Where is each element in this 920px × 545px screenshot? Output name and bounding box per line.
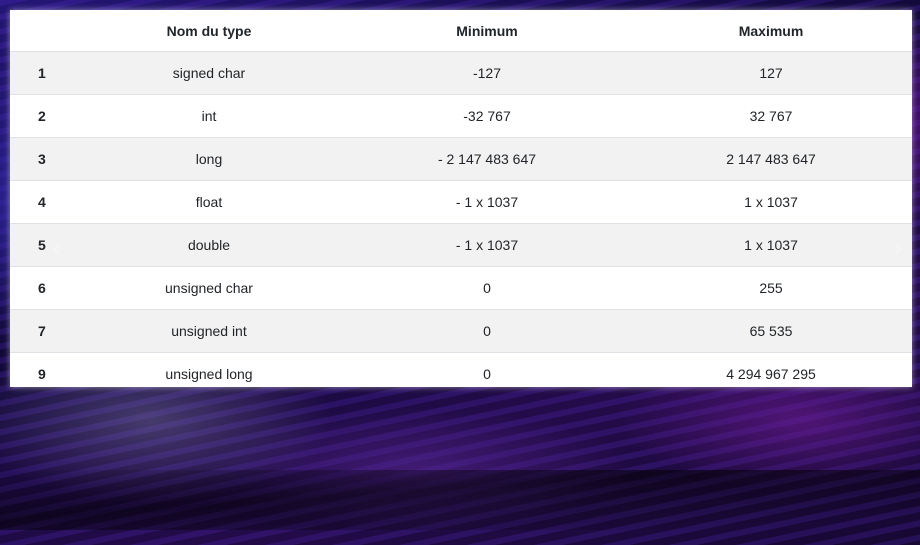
background-streak	[0, 470, 920, 530]
table-row: 5 double - 1 x 1037 1 x 1037	[10, 223, 912, 267]
table-row: 7 unsigned int 0 65 535	[10, 309, 912, 353]
row-max: 255	[630, 266, 912, 310]
table-row: 9 unsigned long 0 4 294 967 295	[10, 352, 912, 387]
row-max: 1 x 1037	[630, 180, 912, 224]
table-row: 6 unsigned char 0 255	[10, 266, 912, 310]
row-max: 32 767	[630, 94, 912, 138]
row-type: unsigned char	[74, 266, 344, 310]
row-min: 0	[344, 266, 630, 310]
row-type: signed char	[74, 51, 344, 95]
row-type: float	[74, 180, 344, 224]
row-index: 7	[10, 309, 74, 353]
row-min: 0	[344, 352, 630, 387]
table-row: 2 int -32 767 32 767	[10, 94, 912, 138]
table-row: 4 float - 1 x 1037 1 x 1037	[10, 180, 912, 224]
row-index: 4	[10, 180, 74, 224]
row-max: 2 147 483 647	[630, 137, 912, 181]
carousel-prev-icon[interactable]: ‹	[46, 238, 66, 262]
row-index: 3	[10, 137, 74, 181]
row-max: 127	[630, 51, 912, 95]
data-table-container: Nom du type Minimum Maximum 1 signed cha…	[10, 10, 912, 387]
row-max: 1 x 1037	[630, 223, 912, 267]
row-max: 4 294 967 295	[630, 352, 912, 387]
table-row: 1 signed char -127 127	[10, 51, 912, 95]
row-min: - 1 x 1037	[344, 180, 630, 224]
row-type: unsigned int	[74, 309, 344, 353]
type-limits-table: Nom du type Minimum Maximum 1 signed cha…	[10, 10, 912, 387]
row-min: -32 767	[344, 94, 630, 138]
header-type-name: Nom du type	[74, 10, 344, 52]
row-type: int	[74, 94, 344, 138]
table-row: 3 long - 2 147 483 647 2 147 483 647	[10, 137, 912, 181]
header-minimum: Minimum	[344, 10, 630, 52]
row-min: 0	[344, 309, 630, 353]
row-max: 65 535	[630, 309, 912, 353]
row-type: long	[74, 137, 344, 181]
row-type: double	[74, 223, 344, 267]
row-index: 9	[10, 352, 74, 387]
row-index: 2	[10, 94, 74, 138]
row-min: - 1 x 1037	[344, 223, 630, 267]
carousel-next-icon[interactable]: ›	[888, 238, 908, 262]
row-index: 1	[10, 51, 74, 95]
table-header-row: Nom du type Minimum Maximum	[10, 10, 912, 52]
row-min: - 2 147 483 647	[344, 137, 630, 181]
header-maximum: Maximum	[630, 10, 912, 52]
row-type: unsigned long	[74, 352, 344, 387]
row-index: 6	[10, 266, 74, 310]
header-index	[10, 10, 74, 52]
row-min: -127	[344, 51, 630, 95]
